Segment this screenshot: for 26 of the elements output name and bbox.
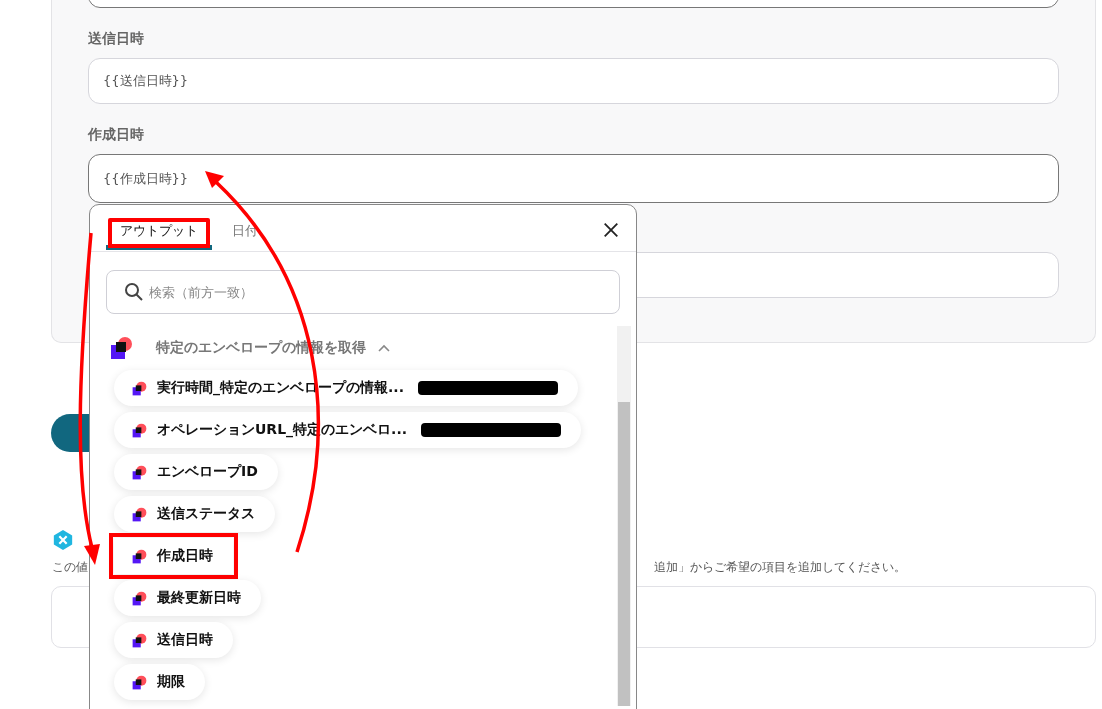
tab[interactable]: アウトプット — [106, 216, 212, 250]
app-logo-icon — [132, 464, 147, 480]
input-field[interactable]: {{送信日時}} — [88, 58, 1059, 104]
field-label: 作成日時 — [88, 126, 145, 144]
app-logo-icon — [132, 632, 147, 648]
close-icon[interactable] — [602, 221, 620, 239]
app-logo-icon — [132, 422, 147, 438]
input-field[interactable]: {{作成日時}} — [88, 154, 1059, 203]
chevron-icon[interactable] — [378, 344, 390, 352]
output-item[interactable]: 送信ステータス — [114, 496, 275, 532]
app-logo-icon — [132, 674, 147, 690]
output-item[interactable]: 期限 — [114, 664, 205, 700]
x-logo-icon — [52, 529, 74, 551]
app-logo-icon — [132, 590, 147, 606]
field-label: 送信日時 — [88, 30, 145, 48]
search-field[interactable]: 検索（前方一致） — [106, 270, 620, 314]
output-item[interactable]: 送信日時 — [114, 622, 233, 658]
scrollbar[interactable] — [617, 326, 631, 706]
note-text: この値 — [52, 559, 88, 576]
app-logo-icon — [110, 336, 134, 360]
note-text: 追加」からご希望の項目を追加してください。 — [654, 559, 906, 576]
app-logo-icon — [132, 548, 147, 564]
app-logo-icon — [132, 380, 147, 396]
output-item[interactable]: 最終更新日時 — [114, 580, 261, 616]
output-item[interactable]: エンベロープID — [114, 454, 278, 490]
app-logo-icon — [132, 506, 147, 522]
